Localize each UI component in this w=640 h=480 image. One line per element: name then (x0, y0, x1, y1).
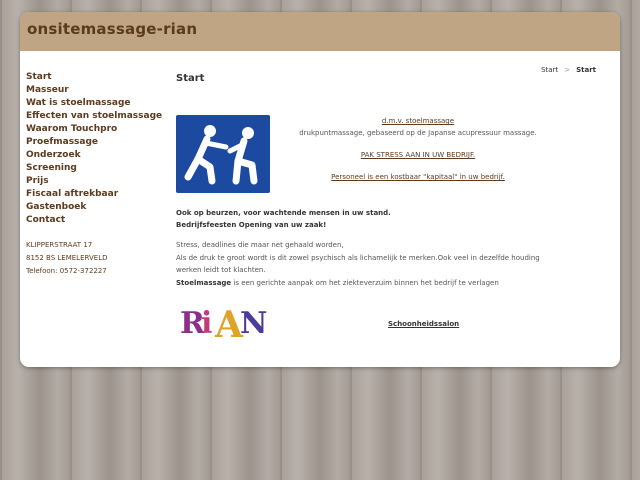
link-personeel[interactable]: Personeel is een kostbaar "kapitaal" in … (296, 171, 540, 183)
nav-item-onderzoek[interactable]: Onderzoek (26, 149, 166, 162)
breadcrumb-separator: > (564, 66, 571, 74)
link-stoelmassage[interactable]: d.m.v. stoelmassage (296, 115, 540, 127)
svg-text:i: i (201, 306, 212, 340)
rian-logo[interactable]: R i A N (178, 302, 270, 346)
nav-item-masseur[interactable]: Masseur (26, 84, 166, 97)
nav-item-screening[interactable]: Screening (26, 162, 166, 175)
nav-item-waarom-touchpro[interactable]: Waarom Touchpro (26, 123, 166, 136)
site-header: onsitemassage-rian (20, 12, 620, 51)
events-line-2: Bedrijfsfeesten Opening van uw zaak! (176, 221, 327, 229)
breadcrumb: Start > Start (541, 66, 596, 74)
stress-line-3: Stoelmassage is een gerichte aanpak om h… (176, 277, 566, 290)
rian-logo-svg: R i A N (180, 304, 267, 346)
address-block: KLIPPERSTRAAT 17 8152 BS LEMELERVELD Tel… (26, 239, 166, 278)
text-drukpuntmassage: drukpuntmassage, gebaseerd op de Japanse… (299, 129, 537, 137)
stress-line-2: Als de druk te groot wordt is dit zowel … (176, 253, 540, 275)
nav-item-contact[interactable]: Contact (26, 214, 166, 227)
events-line-1: Ook op beurzen, voor wachtende mensen in… (176, 209, 391, 217)
main-nav: Start Masseur Wat is stoelmassage Effect… (26, 71, 166, 227)
stress-line-1: Stress, deadlines die maar net gehaald w… (176, 241, 344, 249)
massage-figures-svg (184, 125, 258, 185)
stress-bold: Stoelmassage (176, 278, 232, 287)
events-text: Ook op beurzen, voor wachtende mensen in… (176, 207, 391, 231)
chair-massage-pictogram-icon (176, 115, 270, 193)
sidebar: Start Masseur Wat is stoelmassage Effect… (26, 71, 166, 278)
nav-item-wat-is-stoelmassage[interactable]: Wat is stoelmassage (26, 97, 166, 110)
page-title: Start (176, 73, 205, 84)
address-phone: Telefoon: 0572-372227 (26, 267, 107, 275)
address-street: KLIPPERSTRAAT 17 (26, 241, 93, 249)
content-card: onsitemassage-rian Start Masseur Wat is … (20, 12, 620, 367)
stress-text: Stress, deadlines die maar net gehaald w… (176, 239, 566, 289)
link-pak-stress[interactable]: PAK STRESS AAN IN UW BEDRIJF. (296, 149, 540, 161)
nav-item-gastenboek[interactable]: Gastenboek (26, 201, 166, 214)
intro-block: d.m.v. stoelmassage drukpuntmassage, geb… (296, 115, 540, 183)
address-city: 8152 BS LEMELERVELD (26, 254, 108, 262)
site-title[interactable]: onsitemassage-rian (27, 20, 197, 38)
breadcrumb-home[interactable]: Start (541, 66, 558, 74)
breadcrumb-current: Start (576, 66, 596, 74)
nav-item-fiscaal-aftrekbaar[interactable]: Fiscaal aftrekbaar (26, 188, 166, 201)
link-schoonheidssalon[interactable]: Schoonheidssalon (388, 320, 459, 328)
stress-rest: is een gerichte aanpak om het ziekteverz… (231, 278, 499, 287)
nav-item-start[interactable]: Start (26, 71, 166, 84)
svg-text:N: N (240, 306, 267, 340)
nav-item-prijs[interactable]: Prijs (26, 175, 166, 188)
main-content: Start > Start Start d.m.v. stoelmassage dr… (176, 62, 616, 362)
nav-item-proefmassage[interactable]: Proefmassage (26, 136, 166, 149)
nav-item-effecten[interactable]: Effecten van stoelmassage (26, 110, 166, 123)
